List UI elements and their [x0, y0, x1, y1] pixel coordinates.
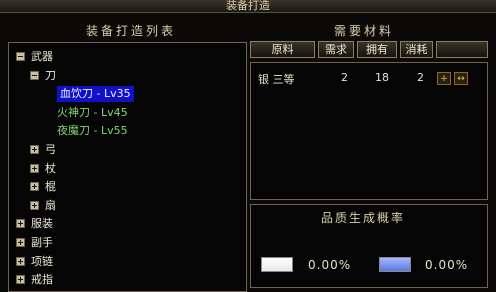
- tree-item-label: 弓: [45, 143, 56, 156]
- tree-item-label: 项链: [31, 254, 53, 268]
- expand-icon[interactable]: [16, 219, 25, 229]
- quality-white-swatch: [261, 257, 293, 272]
- column-header-blank: [436, 41, 488, 58]
- tree-item-label: 副手: [31, 236, 53, 249]
- tree-item-label: 刀: [45, 68, 56, 82]
- tree-item-label: 戒指: [31, 273, 53, 287]
- materials-panel: 银 三等 2 18 2 + ↔: [250, 62, 488, 200]
- expand-icon[interactable]: [16, 238, 25, 247]
- quality-blue-swatch: [379, 257, 411, 272]
- tree-item-label: 棍: [45, 180, 56, 194]
- tree-item-label: 服装: [31, 217, 53, 231]
- quality-white-percent: 0.00%: [308, 258, 352, 272]
- window-title: 装备打造: [226, 0, 270, 12]
- expand-icon[interactable]: [30, 145, 39, 154]
- window-titlebar: 装备打造: [0, 0, 496, 13]
- craft-tree-panel: 武器刀血饮刀 - Lv35 火神刀 - Lv45 夜魔刀 - Lv55 弓杖棍扇服装副…: [8, 42, 247, 292]
- tree-item-label: 扇: [45, 198, 56, 212]
- expand-icon[interactable]: [30, 182, 39, 192]
- tree-item-label: 血饮刀 - Lv35: [57, 86, 134, 103]
- material-need: 2: [341, 71, 348, 84]
- craft-list-header: 装备打造列表: [86, 24, 177, 38]
- collapse-icon[interactable]: [16, 52, 25, 61]
- tree-item-label: 武器: [31, 50, 53, 63]
- quality-blue-percent: 0.00%: [425, 258, 469, 272]
- tree-item-label: 火神刀 - Lv45: [57, 105, 128, 119]
- material-consume: 2: [417, 71, 424, 84]
- expand-icon[interactable]: [16, 256, 25, 266]
- column-header-material[interactable]: 原料: [250, 41, 315, 58]
- materials-header: 需要材料: [334, 24, 395, 38]
- expand-icon[interactable]: [16, 275, 25, 285]
- tree-item-label: 杖: [45, 161, 56, 175]
- quality-probability-panel: 品质生成概率 0.00% 0.00%: [250, 204, 488, 288]
- column-header-need[interactable]: 需求: [318, 41, 354, 58]
- expand-icon[interactable]: [30, 163, 39, 173]
- column-header-consume[interactable]: 消耗: [400, 41, 433, 58]
- add-material-button[interactable]: +: [437, 72, 451, 85]
- expand-icon[interactable]: [30, 200, 39, 210]
- tree-item-label: 夜魔刀 - Lv55: [57, 124, 128, 138]
- collapse-icon[interactable]: [30, 70, 39, 80]
- swap-material-button[interactable]: ↔: [454, 72, 468, 85]
- quality-header: 品质生成概率: [321, 211, 406, 225]
- material-name: 银 三等: [258, 73, 295, 86]
- column-header-have[interactable]: 拥有: [357, 41, 397, 58]
- material-have: 18: [375, 71, 389, 84]
